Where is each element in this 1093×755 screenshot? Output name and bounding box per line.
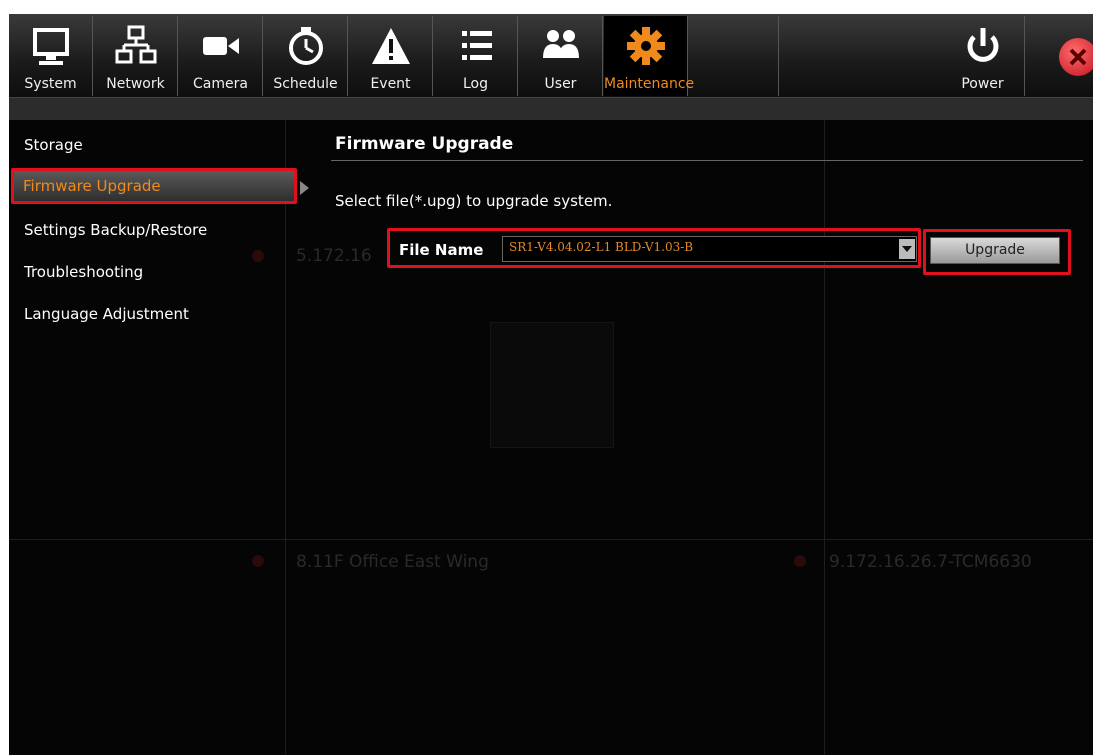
file-name-value: SR1-V4.04.02-L1 BLD-V1.03-B	[509, 240, 694, 254]
instruction-text: Select file(*.upg) to upgrade system.	[335, 192, 613, 210]
chevron-down-icon	[902, 246, 912, 252]
title-divider	[331, 160, 1083, 161]
toolbar-label: Schedule	[273, 76, 338, 92]
file-name-label: File Name	[399, 241, 484, 259]
toolbar-label: Camera	[193, 76, 248, 92]
sidebar-item-language-adjustment[interactable]: Language Adjustment	[15, 296, 189, 332]
toolbar-network-button[interactable]: Network	[94, 16, 178, 96]
background-channel-label: 8.11F Office East Wing	[296, 552, 489, 572]
page-title: Firmware Upgrade	[335, 134, 514, 154]
power-icon	[941, 21, 1024, 71]
toolbar-event-button[interactable]: Event	[349, 16, 433, 96]
camera-icon	[179, 21, 262, 71]
toolbar-label: Event	[370, 76, 411, 92]
sidebar-item-label: Storage	[24, 136, 83, 154]
file-name-dropdown[interactable]: SR1-V4.04.02-L1 BLD-V1.03-B	[502, 236, 917, 262]
toolbar-camera-button[interactable]: Camera	[179, 16, 263, 96]
toolbar-divider-strip	[9, 98, 1093, 120]
toolbar-power-button[interactable]: Power	[941, 16, 1025, 96]
toolbar-log-button[interactable]: Log	[434, 16, 518, 96]
background-grid-line	[824, 120, 825, 755]
background-channel-label: 9.172.16.26.7-TCM6630	[829, 552, 1032, 572]
toolbar-label: Network	[106, 76, 165, 92]
sidebar-item-label: Settings Backup/Restore	[24, 221, 208, 239]
list-icon	[434, 21, 517, 71]
sidebar-item-label: Troubleshooting	[24, 263, 144, 281]
network-icon	[94, 21, 177, 71]
app-window: System Network Camera Schedule Event Log…	[9, 14, 1093, 755]
toolbar-label: Log	[462, 76, 488, 92]
sidebar-item-storage[interactable]: Storage	[15, 127, 83, 163]
sidebar-item-settings-backup-restore[interactable]: Settings Backup/Restore	[15, 212, 207, 248]
sidebar-item-label: Language Adjustment	[24, 305, 189, 323]
sidebar-item-troubleshooting[interactable]: Troubleshooting	[15, 254, 143, 290]
monitor-icon	[9, 21, 92, 71]
background-no-video-icon	[490, 322, 614, 448]
gear-icon	[604, 21, 687, 71]
close-icon[interactable]	[1059, 38, 1093, 76]
toolbar-system-button[interactable]: System	[9, 16, 93, 96]
selection-arrow-icon	[300, 181, 309, 195]
warning-icon	[349, 21, 432, 71]
clock-icon	[264, 21, 347, 71]
toolbar-maintenance-button[interactable]: Maintenance	[604, 16, 695, 96]
dropdown-button[interactable]	[899, 239, 915, 259]
toolbar-label: Maintenance	[604, 76, 695, 92]
sidebar-item-firmware-upgrade[interactable]: Firmware Upgrade	[11, 168, 297, 204]
users-icon	[519, 21, 602, 71]
upgrade-button[interactable]: Upgrade	[930, 237, 1060, 264]
toolbar-label: System	[24, 76, 77, 92]
toolbar-label: User	[544, 76, 577, 92]
toolbar-schedule-button[interactable]: Schedule	[264, 16, 348, 96]
background-status-dot	[794, 555, 806, 567]
sidebar-item-label: Firmware Upgrade	[23, 177, 161, 195]
toolbar-label: Power	[961, 76, 1004, 92]
main-toolbar: System Network Camera Schedule Event Log…	[9, 14, 1093, 98]
toolbar-user-button[interactable]: User	[519, 16, 603, 96]
toolbar-maintenance-extension	[689, 16, 779, 96]
maintenance-sidebar: Storage Firmware Upgrade Settings Backup…	[9, 120, 309, 755]
